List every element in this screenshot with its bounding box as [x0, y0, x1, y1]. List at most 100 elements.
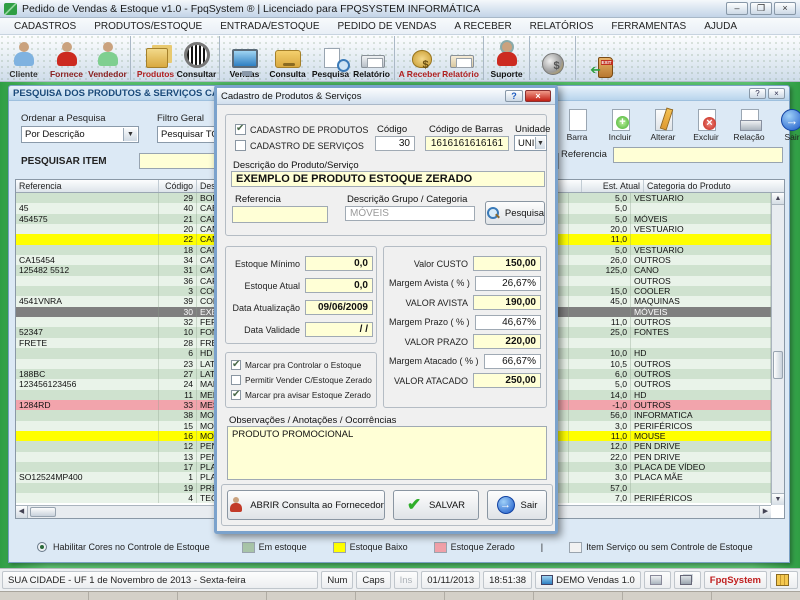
col-header-est-atual[interactable]: Est. Atual	[582, 180, 644, 192]
checkbox-row[interactable]: CADASTRO DE PRODUTOS	[235, 124, 368, 135]
action-button[interactable]: Barra	[557, 100, 597, 142]
legend-label: Item Serviço ou sem Controle de Estoque	[586, 542, 753, 552]
action-button[interactable]: Excluir	[686, 100, 726, 142]
minimize-button[interactable]: –	[726, 2, 748, 15]
scroll-down-icon[interactable]: ▼	[772, 493, 784, 505]
menu-item[interactable]: PRODUTOS/ESTOQUE	[86, 20, 210, 33]
toolbar-button[interactable]: Cliente	[2, 36, 45, 80]
toolbar-button[interactable]: A Receber	[398, 36, 441, 80]
action-button[interactable]: Incluir	[600, 100, 640, 142]
scroll-up-icon[interactable]: ▲	[772, 193, 784, 205]
status-panel-icon	[650, 575, 662, 585]
close-icon[interactable]: ×	[525, 90, 551, 102]
vertical-scroll-thumb[interactable]	[773, 351, 783, 379]
field-value[interactable]: 0,0	[305, 256, 373, 271]
menu-item[interactable]: AJUDA	[696, 20, 745, 33]
toolbar-button[interactable]	[533, 36, 576, 80]
order-select-value: Por Descrição	[25, 129, 85, 140]
menu-item[interactable]: ENTRADA/ESTOQUE	[212, 20, 327, 33]
unidade-select[interactable]: UNI ▼	[514, 135, 547, 151]
col-header-codigo[interactable]: Código	[159, 180, 197, 192]
field-value[interactable]: 190,00	[473, 295, 541, 310]
field-value[interactable]: 0,0	[305, 278, 373, 293]
toolbar-button[interactable]: Consultar	[177, 36, 220, 80]
checkbox-icon[interactable]	[235, 140, 246, 151]
field-value[interactable]: 150,00	[473, 256, 541, 271]
vertical-scrollbar[interactable]: ▲ ▼	[771, 193, 784, 505]
toolbar-button[interactable]: Pesquisa	[309, 36, 352, 80]
order-select[interactable]: Por Descrição ▼	[21, 126, 139, 143]
barras-field[interactable]: 1616161616161	[425, 136, 509, 151]
toolbar-button[interactable]: Suporte	[487, 36, 530, 80]
status-panel-icon	[541, 575, 553, 585]
toolbar-icon	[450, 55, 474, 68]
field-value[interactable]: 66,67%	[484, 354, 541, 369]
toolbar-button[interactable]: Fornece	[45, 36, 88, 80]
toolbar-icon	[412, 50, 432, 68]
checkbox-icon[interactable]	[231, 375, 241, 385]
status-panel-text: Caps	[362, 575, 384, 586]
close-button[interactable]: ×	[774, 2, 796, 15]
help-button[interactable]: ?	[505, 90, 523, 102]
sair-button[interactable]: → Sair	[487, 490, 547, 520]
toolbar-button[interactable]: Vendas	[223, 36, 266, 80]
barras-label: Código de Barras	[429, 124, 503, 135]
toolbar-button-label: Vendedor	[88, 69, 127, 79]
scroll-left-icon[interactable]: ◀	[16, 506, 28, 518]
toolbar-button[interactable]: Consulta	[266, 36, 309, 80]
toolbar-button[interactable]: Produtos	[134, 36, 177, 80]
field-value[interactable]: / /	[305, 322, 373, 337]
referencia-filter-input[interactable]	[613, 147, 783, 163]
help-button[interactable]: ?	[749, 88, 766, 99]
order-label: Ordenar a Pesquisa	[21, 113, 106, 124]
menu-item[interactable]: FERRAMENTAS	[603, 20, 694, 33]
obs-label: Observações / Anotações / Ocorrências	[229, 415, 396, 426]
action-button-icon: →	[781, 109, 800, 131]
action-button-icon	[698, 109, 716, 131]
status-bar: SUA CIDADE - UF 1 de Novembro de 2013 - …	[0, 568, 800, 591]
abrir-fornecedor-button[interactable]: ABRIR Consulta ao Fornecedor	[227, 490, 385, 520]
stock-fields: Estoque Mínimo 0,0 Estoque Atual 0,0 Dat…	[231, 256, 373, 344]
checkbox-row[interactable]: Permitir Vender C/Estoque Zerado	[231, 375, 372, 385]
checkbox-row[interactable]: CADASTRO DE SERVIÇOS	[235, 140, 368, 151]
toolbar-button[interactable]: Vendedor	[88, 36, 131, 80]
checkbox-icon[interactable]	[231, 360, 241, 370]
checkbox-row[interactable]: Marcar pra avisar Estoque Zerado	[231, 390, 372, 400]
descricao-field[interactable]: EXEMPLO DE PRODUTO ESTOQUE ZERADO	[231, 171, 545, 187]
menu-item[interactable]: PEDIDO DE VENDAS	[330, 20, 445, 33]
field-value[interactable]: 26,67%	[475, 276, 541, 291]
toolbar-button[interactable]: Relatório	[352, 36, 395, 80]
checkbox-icon[interactable]	[231, 390, 241, 400]
field-label: Data Validade	[244, 325, 300, 335]
codigo-field[interactable]: 30	[375, 136, 415, 151]
horizontal-scroll-thumb[interactable]	[30, 507, 56, 517]
field-value[interactable]: 46,67%	[475, 315, 541, 330]
referencia-field[interactable]	[232, 206, 328, 223]
restore-button[interactable]: ❐	[750, 2, 772, 15]
action-button-icon	[569, 109, 587, 131]
field-value[interactable]: 09/06/2009	[305, 300, 373, 315]
col-header-referencia[interactable]: Referencia	[16, 180, 159, 192]
salvar-button[interactable]: ✔ SALVAR	[393, 490, 479, 520]
menu-item[interactable]: A RECEBER	[446, 20, 519, 33]
toolbar-button[interactable]	[579, 36, 622, 80]
toolbar-button[interactable]: Relatório	[441, 36, 484, 80]
action-button-icon	[655, 109, 673, 131]
scroll-right-icon[interactable]: ▶	[759, 506, 771, 518]
obs-textarea[interactable]: PRODUTO PROMOCIONAL	[227, 426, 547, 480]
checkbox-row[interactable]: Marcar pra Controlar o Estoque	[231, 360, 372, 370]
pesquisa-button[interactable]: Pesquisa	[485, 201, 545, 225]
action-button[interactable]: Alterar	[643, 100, 683, 142]
col-header-categoria[interactable]: Categoria do Produto	[644, 180, 784, 192]
close-icon[interactable]: ×	[768, 88, 785, 99]
field-value[interactable]: 250,00	[473, 373, 541, 388]
checkbox-icon[interactable]	[235, 124, 246, 135]
action-button[interactable]: → Sair	[772, 100, 800, 142]
field-label: VALOR AVISTA	[405, 298, 468, 308]
enable-colors-radio[interactable]	[37, 542, 47, 552]
grupo-field[interactable]: MÓVEIS	[345, 206, 475, 221]
menu-item[interactable]: RELATÓRIOS	[522, 20, 602, 33]
menu-item[interactable]: CADASTROS	[6, 20, 84, 33]
action-button[interactable]: Relação	[729, 100, 769, 142]
field-value[interactable]: 220,00	[473, 334, 541, 349]
